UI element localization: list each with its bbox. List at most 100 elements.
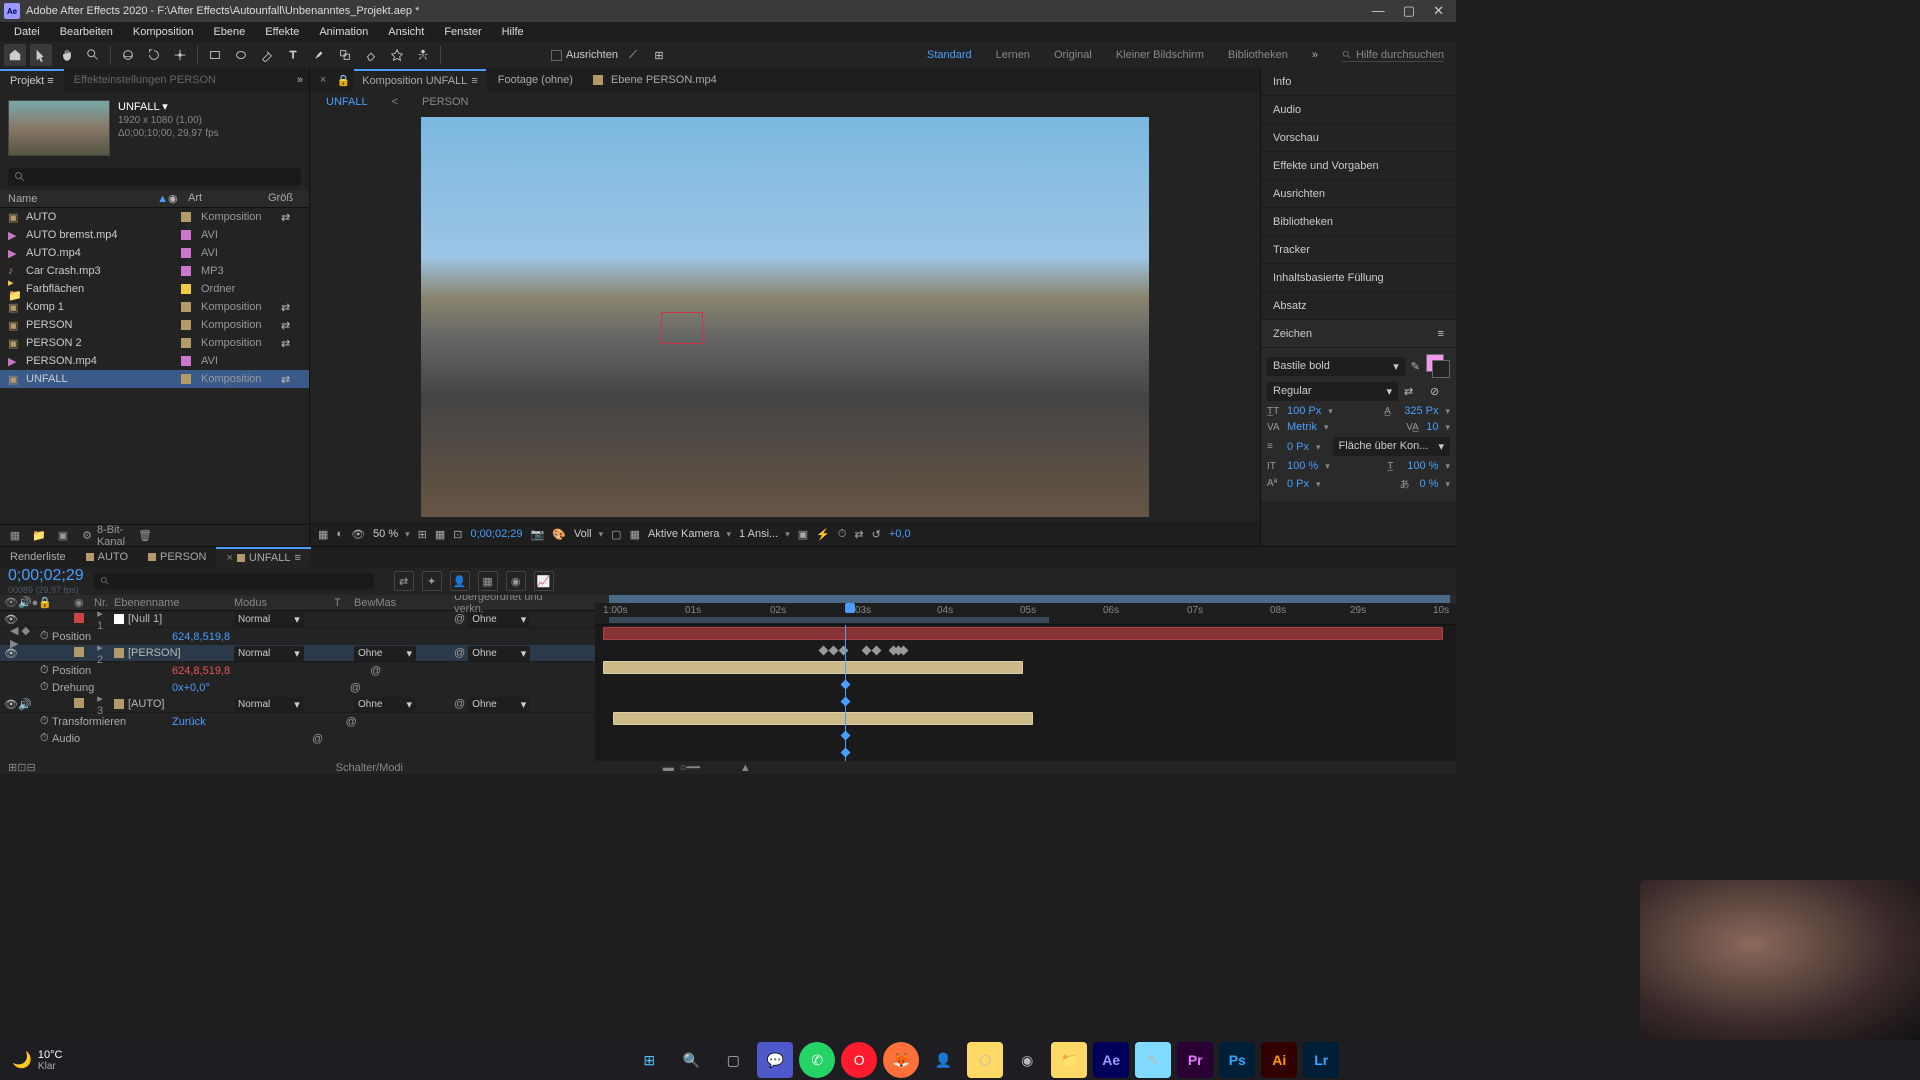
interpret-footage-icon[interactable]: ▦ bbox=[6, 527, 24, 545]
menu-effekte[interactable]: Effekte bbox=[257, 24, 307, 40]
zoom-in-icon[interactable]: ▲ bbox=[740, 762, 751, 774]
project-item[interactable]: ▶PERSON.mp4AVI bbox=[0, 352, 309, 370]
expression-pickwhip-icon[interactable]: @ bbox=[346, 716, 357, 728]
label-swatch[interactable] bbox=[181, 302, 191, 312]
selection-tool[interactable] bbox=[30, 44, 52, 66]
timeline-tab-auto[interactable]: AUTO bbox=[76, 548, 138, 566]
taskbar-premiere[interactable]: Pr bbox=[1177, 1042, 1213, 1078]
alpha-icon[interactable]: ▦ bbox=[318, 528, 328, 541]
layer-property-row[interactable]: ⏱Audio@ bbox=[0, 730, 595, 747]
label-swatch[interactable] bbox=[181, 356, 191, 366]
pickwhip-icon[interactable]: @ bbox=[454, 647, 465, 659]
help-search[interactable]: Hilfe durchsuchen bbox=[1342, 49, 1444, 62]
toggle-modes-icon[interactable]: ⊡ bbox=[17, 761, 26, 774]
layer-color-tag[interactable] bbox=[74, 647, 84, 657]
frame-blend-icon[interactable]: ▦ bbox=[478, 571, 498, 591]
timeline-tab-person[interactable]: PERSON bbox=[138, 548, 216, 566]
taskbar-illustrator[interactable]: Ai bbox=[1261, 1042, 1297, 1078]
property-value[interactable]: 0x+0,0° bbox=[172, 682, 210, 694]
orbit-tool[interactable] bbox=[117, 44, 139, 66]
comp-tab-person[interactable]: Ebene PERSON.mp4 bbox=[585, 70, 725, 90]
res-auto-icon[interactable]: ⊞ bbox=[418, 528, 427, 541]
trash-icon[interactable]: 🗑 bbox=[136, 527, 154, 545]
stopwatch-icon[interactable]: ⏱ bbox=[40, 664, 52, 677]
property-value[interactable]: 624,8,519,8 bbox=[172, 631, 230, 643]
label-swatch[interactable] bbox=[181, 212, 191, 222]
label-swatch[interactable] bbox=[181, 284, 191, 294]
clone-tool[interactable] bbox=[334, 44, 356, 66]
flowchart-icon[interactable]: ⇄ bbox=[281, 337, 290, 350]
timeline-tab-unfall[interactable]: ×UNFALL ≡ bbox=[216, 547, 310, 567]
keyframe-icon[interactable] bbox=[899, 646, 909, 656]
zoom-tool[interactable] bbox=[82, 44, 104, 66]
layer-color-tag[interactable] bbox=[74, 613, 84, 623]
layer-row[interactable]: 👁🔊▸ 3[AUTO]Normal ▾Ohne ▾@ Ohne ▾ bbox=[0, 696, 595, 713]
keyframe-icon[interactable] bbox=[872, 646, 882, 656]
project-item[interactable]: ▣PERSON 2Komposition⇄ bbox=[0, 334, 309, 352]
home-tool[interactable] bbox=[4, 44, 26, 66]
viewer-timecode[interactable]: 0;00;02;29 bbox=[470, 528, 522, 540]
color-mgmt-icon[interactable]: 🎨 bbox=[552, 528, 566, 541]
project-item[interactable]: ♪Car Crash.mp3MP3 bbox=[0, 262, 309, 280]
flowchart-icon[interactable]: ⇄ bbox=[281, 211, 290, 224]
panel-info[interactable]: Info bbox=[1261, 68, 1456, 96]
comp-lock-icon[interactable]: 🔒 bbox=[336, 74, 350, 87]
playhead-line[interactable] bbox=[845, 625, 846, 761]
views-dropdown[interactable]: 1 Ansi... bbox=[739, 528, 790, 540]
project-tab[interactable]: Projekt ≡ bbox=[0, 69, 64, 91]
vscale-value[interactable]: 100 % bbox=[1287, 460, 1318, 472]
stroke-color-swatch[interactable] bbox=[1432, 360, 1450, 378]
rectangle-tool[interactable] bbox=[204, 44, 226, 66]
stopwatch-icon[interactable]: ⏱ bbox=[40, 732, 52, 745]
exposure-value[interactable]: +0,0 bbox=[889, 528, 911, 540]
project-item[interactable]: ▣Komp 1Komposition⇄ bbox=[0, 298, 309, 316]
timeline-icon[interactable]: ⏱ bbox=[838, 528, 847, 541]
anchor-tool[interactable] bbox=[169, 44, 191, 66]
panel-ausrichten[interactable]: Ausrichten bbox=[1261, 180, 1456, 208]
workspace-standard[interactable]: Standard bbox=[927, 49, 972, 61]
visibility-toggle[interactable]: 👁 bbox=[4, 647, 16, 659]
keyframe-icon[interactable] bbox=[819, 646, 829, 656]
graph-editor-icon[interactable]: 📈 bbox=[534, 571, 554, 591]
motion-blur-icon[interactable]: ◉ bbox=[506, 571, 526, 591]
eraser-tool[interactable] bbox=[360, 44, 382, 66]
switcher-label[interactable]: Schalter/Modi bbox=[336, 762, 403, 774]
blend-mode-dropdown[interactable]: Normal ▾ bbox=[234, 646, 304, 661]
project-item[interactable]: ▣UNFALLKomposition⇄ bbox=[0, 370, 309, 388]
workspace-more-icon[interactable]: » bbox=[1312, 49, 1318, 61]
property-track-row[interactable] bbox=[595, 727, 1456, 744]
ausrichten-checkbox[interactable] bbox=[551, 50, 562, 61]
font-size-value[interactable]: 100 Px bbox=[1287, 405, 1321, 417]
leading-value[interactable]: 325 Px bbox=[1404, 405, 1438, 417]
navigator-handle[interactable] bbox=[609, 595, 1450, 603]
hscale-value[interactable]: 100 % bbox=[1407, 460, 1438, 472]
taskbar-firefox[interactable]: 🦊 bbox=[883, 1042, 919, 1078]
menu-fenster[interactable]: Fenster bbox=[436, 24, 489, 40]
new-folder-icon[interactable]: 📁 bbox=[30, 527, 48, 545]
minimize-button[interactable]: — bbox=[1372, 3, 1385, 19]
taskbar-whatsapp[interactable]: ✆ bbox=[799, 1042, 835, 1078]
parent-dropdown[interactable]: Ohne ▾ bbox=[468, 697, 530, 712]
taskbar-obs[interactable]: ◉ bbox=[1009, 1042, 1045, 1078]
label-swatch[interactable] bbox=[181, 248, 191, 258]
font-style-dropdown[interactable]: Regular▾ bbox=[1267, 382, 1398, 401]
roi-icon[interactable]: ▢ bbox=[611, 528, 621, 541]
taskbar-taskview[interactable]: ▢ bbox=[715, 1042, 751, 1078]
snap-icon[interactable]: ⟋ bbox=[622, 44, 644, 66]
taskbar-explorer[interactable]: 📁 bbox=[1051, 1042, 1087, 1078]
transparency-icon[interactable]: ▦ bbox=[630, 528, 640, 541]
taskbar-search[interactable]: 🔍 bbox=[673, 1042, 709, 1078]
resolution-dropdown[interactable]: Voll bbox=[574, 528, 603, 540]
property-value[interactable]: Zurück bbox=[172, 716, 206, 728]
project-item[interactable]: ▣PERSONKomposition⇄ bbox=[0, 316, 309, 334]
timeline-tab-render[interactable]: Renderliste bbox=[0, 548, 76, 566]
toggle-switches-icon[interactable]: ⊞ bbox=[8, 761, 17, 774]
panel-more-icon[interactable]: » bbox=[297, 74, 309, 86]
panel-bibliotheken[interactable]: Bibliotheken bbox=[1261, 208, 1456, 236]
layer-property-row[interactable]: ⏱Position624,8,519,8@ bbox=[0, 662, 595, 679]
project-item[interactable]: ▶AUTO.mp4AVI bbox=[0, 244, 309, 262]
layer-bar[interactable] bbox=[603, 627, 1443, 640]
layer-color-tag[interactable] bbox=[74, 698, 84, 708]
flowchart-unfall[interactable]: UNFALL bbox=[326, 96, 368, 108]
no-color-icon[interactable]: ⊘ bbox=[1430, 385, 1450, 398]
